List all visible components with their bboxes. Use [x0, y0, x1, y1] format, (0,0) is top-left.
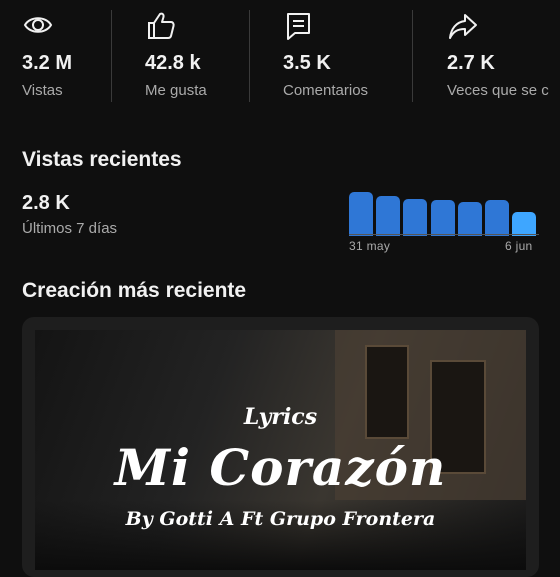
share-icon: [449, 14, 477, 39]
stats-row: 3.2 M Vistas 42.8 k Me gusta 3.5 K Comen…: [0, 0, 560, 104]
chart-bar: [403, 199, 428, 236]
recent-views-title: Vistas recientes: [22, 148, 182, 171]
thumbnail-song-title: Mi Corazón: [114, 438, 447, 497]
stat-value: 2.7 K: [447, 52, 495, 74]
thumbnail-artist-text: By Gotti A Ft Grupo Frontera: [125, 508, 436, 530]
stat-value: 3.5 K: [283, 52, 331, 74]
chart-bar: [485, 200, 509, 236]
recent-views-value: 2.8 K: [22, 192, 70, 214]
chart-bar: [512, 212, 537, 236]
divider: [412, 10, 413, 102]
stat-label: Vistas: [22, 82, 63, 99]
chart-baseline: [349, 234, 539, 235]
chart-bar: [430, 200, 455, 236]
stat-label: Comentarios: [283, 82, 369, 99]
video-thumbnail[interactable]: Lyrics Mi Corazón By Gotti A Ft Grupo Fr…: [35, 330, 526, 570]
latest-creation-title: Creación más reciente: [22, 279, 247, 302]
thumbs-up-icon: [148, 12, 175, 39]
chart-bar: [349, 192, 373, 236]
recent-views-period: Últimos 7 días: [22, 220, 118, 237]
chart-bar: [376, 196, 401, 236]
chart-bar: [457, 202, 482, 236]
stat-value: 42.8 k: [145, 52, 201, 74]
eye-icon: [23, 17, 53, 33]
thumbnail-lyrics-text: Lyrics: [243, 404, 318, 430]
divider: [249, 10, 250, 102]
chart-tick-end: 6 jun: [505, 239, 533, 253]
stat-value: 3.2 M: [22, 52, 73, 74]
divider: [111, 10, 112, 102]
recent-views-chart[interactable]: [349, 190, 539, 236]
comment-icon: [287, 13, 310, 40]
chart-tick-start: 31 may: [349, 239, 391, 253]
stat-label: Me gusta: [145, 82, 207, 99]
stat-label: Veces que se c: [447, 82, 549, 99]
